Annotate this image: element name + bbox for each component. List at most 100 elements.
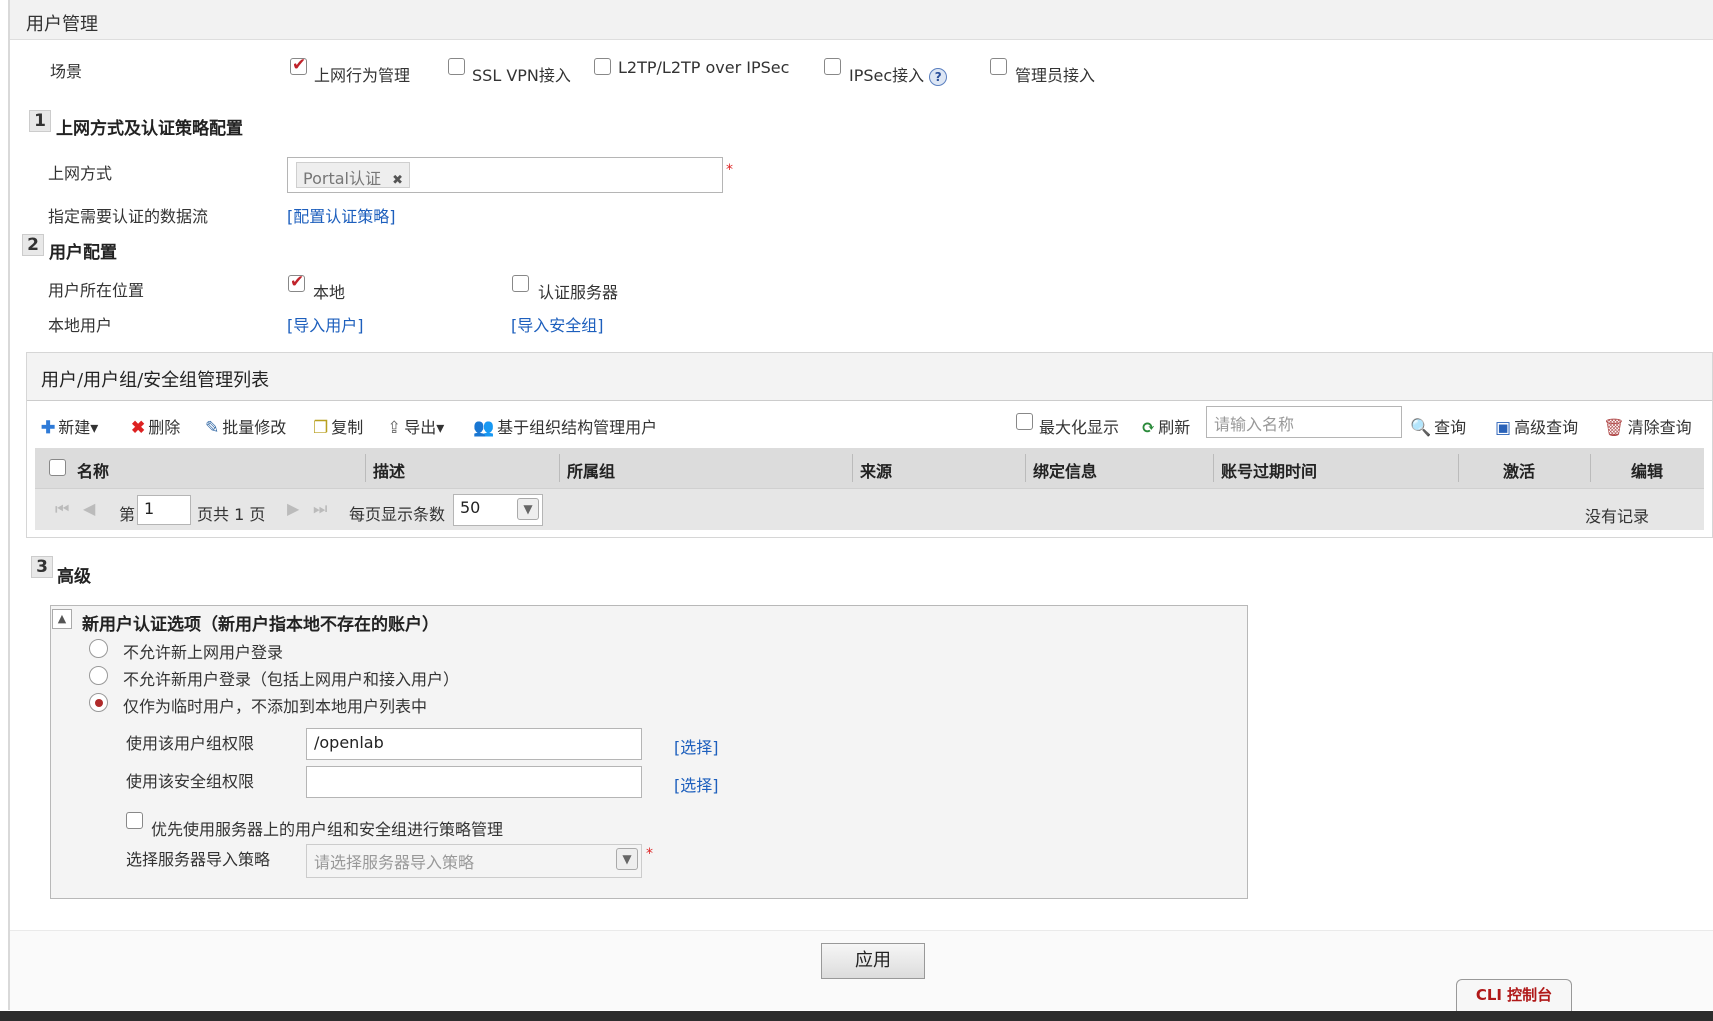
- page-number-value: 1: [144, 499, 155, 518]
- column-header-group[interactable]: 所属组: [567, 458, 615, 482]
- clear-query-button[interactable]: 🗑 清除查询: [1603, 414, 1692, 438]
- radio-label: 不允许新用户登录（包括上网用户和接入用户）: [123, 670, 460, 689]
- column-separator: [559, 454, 560, 482]
- prefer-server-label: 优先使用服务器上的用户组和安全组进行策略管理: [151, 820, 504, 839]
- org-manage-button[interactable]: 👥 基于组织结构管理用户: [473, 414, 657, 438]
- scene-checkbox-admin[interactable]: [990, 58, 1007, 75]
- query-button[interactable]: 🔍 查询: [1410, 414, 1466, 438]
- server-policy-select[interactable]: 请选择服务器导入策略 ▼: [306, 844, 642, 878]
- auth-flow-label: 指定需要认证的数据流: [48, 207, 209, 226]
- help-icon[interactable]: ?: [929, 67, 948, 86]
- section-title-user-config: 用户配置: [49, 243, 117, 263]
- column-separator: [1025, 454, 1026, 482]
- scene-checkbox-ssl-vpn[interactable]: [448, 58, 465, 75]
- secgroup-perm-input[interactable]: [306, 766, 642, 798]
- panel-header: 用户/用户组/安全组管理列表: [27, 353, 1712, 401]
- section-title-advanced: 高级: [57, 567, 91, 587]
- location-server-checkbox[interactable]: [512, 275, 529, 292]
- search-input[interactable]: 请输入名称: [1206, 406, 1402, 438]
- access-method-label: 上网方式: [48, 164, 113, 183]
- maximize-checkbox[interactable]: [1016, 413, 1033, 430]
- prefer-server-checkbox[interactable]: [126, 812, 143, 829]
- radio-deny-new-web-users[interactable]: [89, 639, 108, 658]
- cli-console-tab[interactable]: CLI 控制台: [1456, 979, 1572, 1012]
- column-header-source[interactable]: 来源: [860, 458, 892, 482]
- export-button-label: 导出▾: [404, 418, 445, 437]
- empty-records-text: 没有记录: [1585, 507, 1650, 526]
- copy-button-label: 复制: [331, 418, 364, 437]
- access-method-field[interactable]: Portal认证 ✖: [287, 157, 723, 193]
- radio-label: 不允许新上网用户登录: [123, 643, 284, 662]
- per-page-label: 每页显示条数: [349, 505, 446, 524]
- delete-button-label: 删除: [148, 418, 181, 437]
- new-button[interactable]: ✚ 新建▾: [41, 414, 98, 438]
- refresh-button[interactable]: ⟳ 刷新: [1141, 414, 1190, 438]
- panel-title: 用户/用户组/安全组管理列表: [41, 370, 270, 391]
- apply-button[interactable]: 应用: [821, 943, 925, 979]
- edit-icon: ✎: [205, 418, 220, 438]
- required-mark: *: [726, 162, 733, 178]
- scene-option-label: 管理员接入: [1015, 66, 1096, 85]
- table-header: 名称 描述 所属组 来源 绑定信息 账号过期时间 激活 编辑: [35, 448, 1704, 488]
- radio-temporary-user[interactable]: [89, 693, 108, 712]
- column-separator: [365, 454, 366, 482]
- column-separator: [1213, 454, 1214, 482]
- group-perm-value: /openlab: [314, 733, 384, 752]
- select-group-link[interactable]: [选择]: [674, 734, 719, 758]
- column-header-binding[interactable]: 绑定信息: [1033, 458, 1097, 482]
- per-page-select[interactable]: 50 ▼: [453, 494, 543, 526]
- group-perm-label: 使用该用户组权限: [126, 734, 255, 753]
- select-all-checkbox[interactable]: [49, 459, 66, 476]
- page-suffix: 页共 1 页: [197, 505, 266, 524]
- scene-checkbox-web-behavior[interactable]: [290, 55, 307, 75]
- column-separator: [852, 454, 853, 482]
- export-button[interactable]: ⇪ 导出▾: [387, 414, 444, 438]
- column-header-active[interactable]: 激活: [1503, 458, 1535, 482]
- column-header-expiry[interactable]: 账号过期时间: [1221, 458, 1317, 482]
- users-icon: 👥: [473, 418, 495, 438]
- page-prefix: 第: [119, 505, 136, 524]
- new-user-auth-options-box: ▲ 新用户认证选项（新用户指本地不存在的账户） 不允许新上网用户登录 不允许新用…: [50, 605, 1248, 899]
- refresh-label: 刷新: [1158, 418, 1191, 437]
- advanced-query-button[interactable]: ▣ 高级查询: [1495, 414, 1578, 438]
- server-policy-label: 选择服务器导入策略: [126, 850, 271, 869]
- location-server-label: 认证服务器: [538, 283, 619, 302]
- advanced-search-icon: ▣: [1495, 418, 1512, 438]
- scene-checkbox-l2tp[interactable]: [594, 58, 611, 75]
- last-page-icon[interactable]: ⏭: [313, 499, 327, 519]
- config-auth-policy-link[interactable]: [配置认证策略]: [287, 203, 396, 227]
- scene-checkbox-ipsec[interactable]: [824, 58, 841, 75]
- import-users-link[interactable]: [导入用户]: [287, 312, 364, 336]
- required-mark: *: [646, 846, 653, 862]
- section-title-access: 上网方式及认证策略配置: [56, 119, 243, 139]
- search-placeholder: 请输入名称: [1214, 415, 1295, 434]
- column-header-edit[interactable]: 编辑: [1631, 458, 1663, 482]
- column-header-name[interactable]: 名称: [77, 458, 109, 482]
- radio-deny-all-new-users[interactable]: [89, 666, 108, 685]
- trash-icon: 🗑: [1603, 418, 1625, 438]
- tag-remove-icon[interactable]: ✖: [392, 173, 403, 188]
- server-policy-placeholder: 请选择服务器导入策略: [314, 853, 475, 872]
- batch-edit-label: 批量修改: [222, 418, 287, 437]
- next-page-icon[interactable]: ▶: [287, 499, 299, 518]
- clear-query-label: 清除查询: [1627, 418, 1692, 437]
- copy-button[interactable]: ❐ 复制: [313, 414, 363, 438]
- group-perm-input[interactable]: /openlab: [306, 728, 642, 760]
- select-secgroup-link[interactable]: [选择]: [674, 772, 719, 796]
- delete-button[interactable]: ✖ 删除: [131, 414, 180, 438]
- batch-edit-button[interactable]: ✎ 批量修改: [205, 414, 286, 438]
- collapse-toggle-icon[interactable]: ▲: [52, 609, 72, 629]
- page-number-input[interactable]: 1: [137, 495, 191, 525]
- first-page-icon[interactable]: ⏮: [55, 499, 69, 519]
- import-security-groups-link[interactable]: [导入安全组]: [511, 312, 604, 336]
- secgroup-perm-label: 使用该安全组权限: [126, 772, 255, 791]
- column-header-description[interactable]: 描述: [373, 458, 405, 482]
- scene-option-label: 上网行为管理: [314, 66, 411, 85]
- pagination-bar: ⏮ ◀ 第 1 页共 1 页 ▶ ⏭ 每页显示条数 50 ▼ 没有记录: [35, 488, 1704, 530]
- location-local-checkbox[interactable]: [288, 272, 305, 292]
- box-title: 新用户认证选项（新用户指本地不存在的账户）: [82, 615, 439, 635]
- query-label: 查询: [1434, 418, 1467, 437]
- scene-option-label: L2TP/L2TP over IPSec: [618, 58, 790, 77]
- scene-option-label: SSL VPN接入: [472, 66, 571, 85]
- prev-page-icon[interactable]: ◀: [83, 499, 95, 518]
